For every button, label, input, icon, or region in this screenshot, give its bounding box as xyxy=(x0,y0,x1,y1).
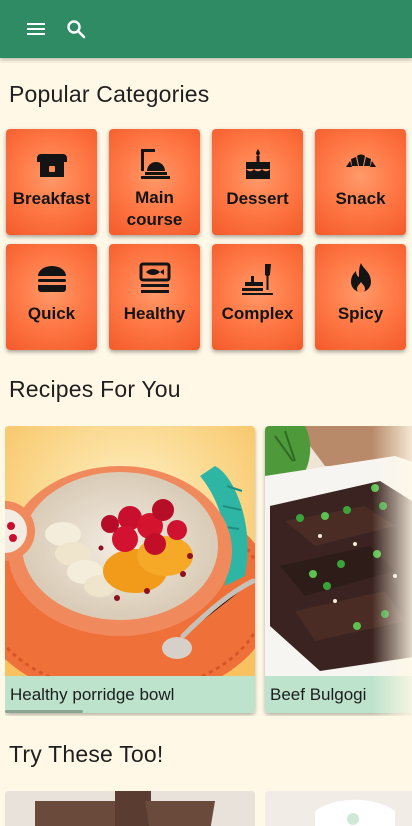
category-label: Snack xyxy=(335,189,386,208)
bread-icon xyxy=(37,154,67,177)
category-label: Quick xyxy=(27,304,76,323)
recipes-carousel[interactable]: Healthy porridge bowl Beef Bulgogi xyxy=(5,426,412,716)
category-snack[interactable]: Snack xyxy=(315,129,406,235)
popular-categories-title: Popular Categories xyxy=(9,81,210,107)
recipe-title: Beef Bulgogi xyxy=(270,685,367,704)
recipes-for-you-title: Recipes For You xyxy=(9,376,181,402)
hamburger-menu-icon[interactable] xyxy=(24,17,48,41)
category-label: Complex xyxy=(221,304,294,323)
search-icon[interactable] xyxy=(64,17,88,41)
category-quick[interactable]: Quick xyxy=(6,244,97,350)
category-grid: Breakfast Main course Dessert Snack Quic… xyxy=(6,129,406,350)
recipe-card[interactable]: Healthy porridge bowl xyxy=(5,426,255,713)
beef-bulgogi-image xyxy=(265,426,412,676)
category-main-course[interactable]: Main course xyxy=(109,129,200,235)
carousel-scrollbar[interactable] xyxy=(5,710,83,713)
category-healthy[interactable]: Healthy xyxy=(109,244,200,350)
recipe-card[interactable]: Beef Bulgogi xyxy=(265,426,412,713)
category-label: Dessert xyxy=(226,189,289,208)
category-label: Main course xyxy=(126,188,183,229)
app-bar xyxy=(0,0,412,58)
category-label: Healthy xyxy=(123,304,186,323)
croissant-icon xyxy=(346,154,376,167)
recipe-caption: Beef Bulgogi xyxy=(265,676,412,713)
porridge-bowl-image xyxy=(5,426,255,676)
category-complex[interactable]: Complex xyxy=(212,244,303,350)
recipe-title: Healthy porridge bowl xyxy=(10,685,175,704)
cake-icon xyxy=(246,149,270,179)
burger-icon xyxy=(38,266,66,292)
recipe-caption: Healthy porridge bowl xyxy=(5,676,255,713)
category-label: Spicy xyxy=(337,304,384,323)
category-dessert[interactable]: Dessert xyxy=(212,129,303,235)
try-card[interactable] xyxy=(5,791,255,826)
category-label: Breakfast xyxy=(12,189,91,208)
set-meal-icon xyxy=(139,262,171,293)
fire-icon xyxy=(351,263,371,293)
serving-cloche-icon xyxy=(141,149,170,179)
try-card-image xyxy=(5,791,255,826)
try-card-image xyxy=(265,791,412,826)
category-spicy[interactable]: Spicy xyxy=(315,244,406,350)
try-these-too-title: Try These Too! xyxy=(9,741,164,767)
dinner-dining-icon xyxy=(242,264,273,295)
try-card[interactable] xyxy=(265,791,412,826)
category-breakfast[interactable]: Breakfast xyxy=(6,129,97,235)
